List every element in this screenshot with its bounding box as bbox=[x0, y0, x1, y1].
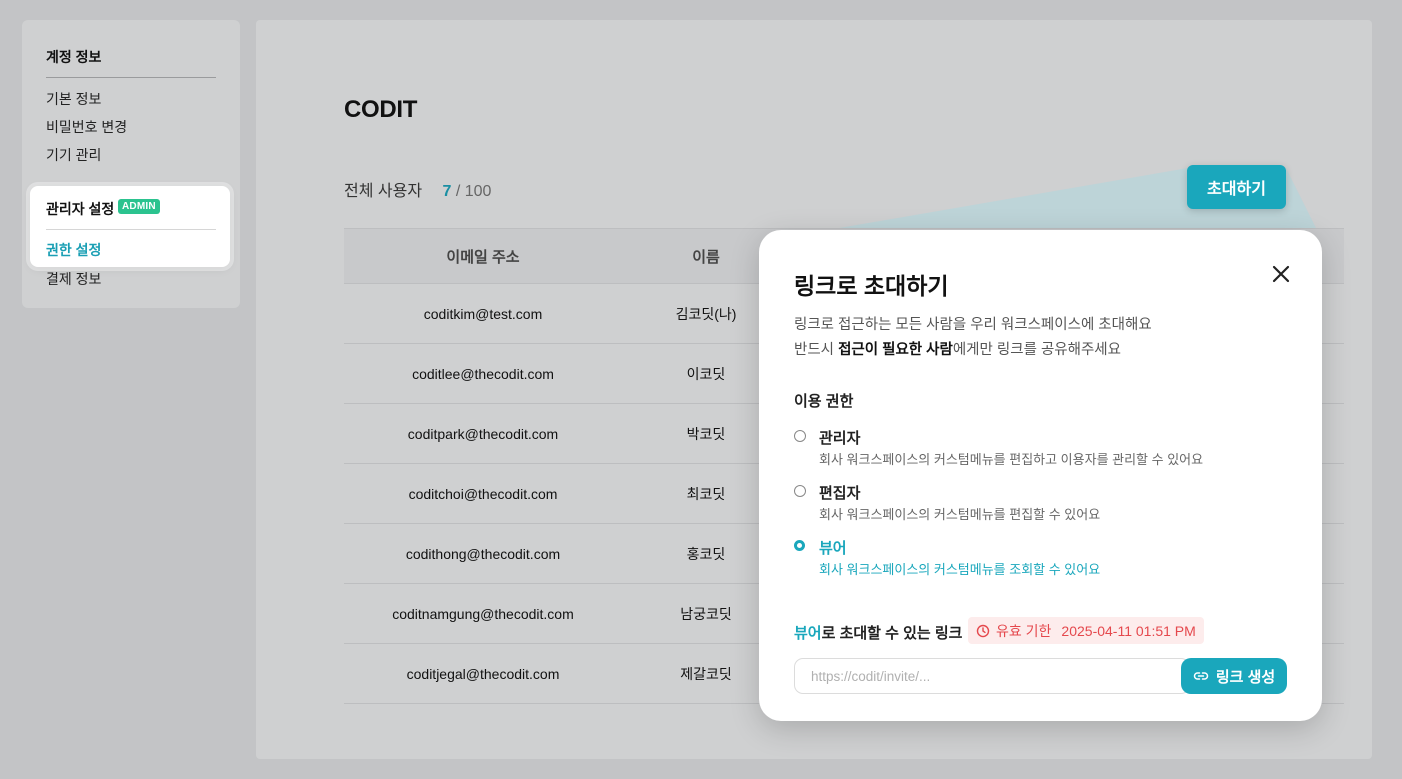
account-divider bbox=[46, 77, 216, 78]
invite-button[interactable]: 초대하기 bbox=[1187, 165, 1286, 209]
role-label: 뷰어 bbox=[819, 540, 847, 557]
expiry-value: 2025-04-11 01:51 PM bbox=[1061, 622, 1196, 639]
page-title: CODIT bbox=[344, 96, 418, 123]
user-count-label: 전체 사용자 bbox=[344, 183, 423, 200]
admin-badge: ADMIN bbox=[118, 199, 160, 214]
sidebar-item-permission-settings[interactable]: 권한 설정 bbox=[46, 240, 101, 260]
generate-link-button[interactable]: 링크 생성 bbox=[1181, 658, 1287, 694]
modal-title: 링크로 초대하기 bbox=[794, 273, 949, 299]
cell-email: coditjegal@thecodit.com bbox=[344, 643, 622, 704]
sidebar-item-device-management[interactable]: 기기 관리 bbox=[46, 145, 101, 165]
radio-button[interactable] bbox=[794, 430, 806, 442]
link-title-suffix: 로 초대할 수 있는 링크 bbox=[821, 625, 963, 642]
close-icon[interactable] bbox=[1267, 260, 1295, 288]
sidebar-item-change-password[interactable]: 비밀번호 변경 bbox=[46, 117, 127, 137]
sidebar-item-basic-info[interactable]: 기본 정보 bbox=[46, 89, 101, 109]
admin-settings-card: 관리자 설정 ADMIN 권한 설정 bbox=[30, 186, 230, 267]
role-description: 회사 워크스페이스의 커스텀메뉴를 편집하고 이용자를 관리할 수 있어요 bbox=[819, 452, 1204, 467]
role-description: 회사 워크스페이스의 커스텀메뉴를 편집할 수 있어요 bbox=[819, 507, 1101, 522]
radio-button[interactable] bbox=[794, 485, 806, 497]
admin-section-title: 관리자 설정 bbox=[46, 201, 115, 217]
invite-link-modal: 링크로 초대하기 링크로 접근하는 모든 사람을 우리 워크스페이스에 초대해요… bbox=[759, 230, 1322, 721]
link-section-title: 뷰어로 초대할 수 있는 링크 bbox=[794, 622, 962, 643]
invite-link-input[interactable] bbox=[794, 658, 1190, 694]
user-count: 전체 사용자 7 / 100 bbox=[344, 177, 491, 201]
link-icon bbox=[1193, 672, 1208, 680]
clock-icon bbox=[976, 624, 990, 637]
account-section-title: 계정 정보 bbox=[46, 49, 102, 65]
role-description: 회사 워크스페이스의 커스텀메뉴를 조회할 수 있어요 bbox=[819, 562, 1101, 577]
user-count-value: 7 bbox=[442, 183, 452, 200]
desc-emphasis: 접근이 필요한 사람 bbox=[838, 342, 953, 358]
cell-email: coditlee@thecodit.com bbox=[344, 343, 622, 404]
cell-email: codithong@thecodit.com bbox=[344, 523, 622, 584]
cell-email: coditnamgung@thecodit.com bbox=[344, 583, 622, 644]
cell-email: coditkim@test.com bbox=[344, 283, 622, 344]
radio-button-checked[interactable] bbox=[794, 540, 805, 551]
generate-link-label: 링크 생성 bbox=[1215, 668, 1276, 686]
expiry-badge: 유효 기한 2025-04-11 01:51 PM bbox=[968, 617, 1204, 644]
sidebar-item-billing[interactable]: 결제 정보 bbox=[46, 269, 101, 289]
desc-suffix: 에게만 링크를 공유해주세요 bbox=[952, 342, 1121, 358]
permission-title: 이용 권한 bbox=[794, 393, 854, 410]
user-count-limit: / 100 bbox=[455, 183, 492, 200]
desc-prefix: 반드시 bbox=[794, 342, 839, 358]
modal-description-line1: 링크로 접근하는 모든 사람을 우리 워크스페이스에 초대해요 bbox=[794, 317, 1152, 333]
cell-email: coditchoi@thecodit.com bbox=[344, 463, 622, 524]
role-label: 관리자 bbox=[819, 430, 861, 447]
cell-email: coditpark@thecodit.com bbox=[344, 403, 622, 464]
expiry-label: 유효 기한 bbox=[996, 622, 1052, 639]
role-label: 편집자 bbox=[819, 485, 861, 502]
admin-divider bbox=[46, 229, 216, 230]
modal-description-line2: 반드시 접근이 필요한 사람에게만 링크를 공유해주세요 bbox=[794, 338, 1121, 359]
column-header-email: 이메일 주소 bbox=[344, 228, 622, 284]
selected-role: 뷰어 bbox=[794, 625, 822, 642]
